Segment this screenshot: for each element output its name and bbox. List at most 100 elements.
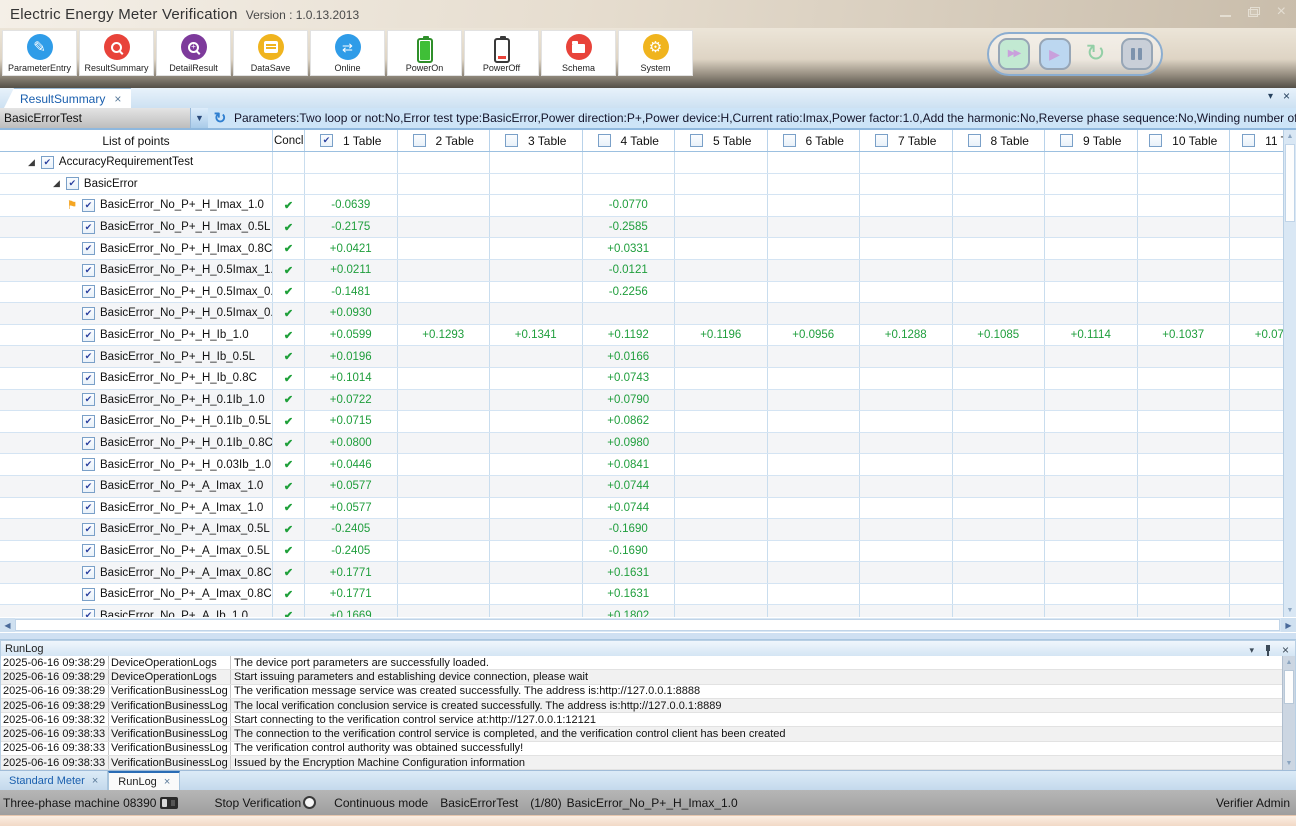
tree-node-checkbox[interactable]: ✔: [82, 329, 95, 342]
tree-node-checkbox[interactable]: ✔: [82, 437, 95, 450]
table-column-checkbox[interactable]: [690, 134, 703, 147]
runlog-vscroll-thumb[interactable]: [1284, 670, 1294, 704]
table-row[interactable]: ✔BasicError_No_P+_H_0.1Ib_0.5L ✔ +0.0715…: [0, 411, 1296, 433]
toolbar-button-poweroff[interactable]: PowerOff: [464, 30, 539, 76]
tree-node-checkbox[interactable]: ✔: [82, 501, 95, 514]
table-column-checkbox[interactable]: [968, 134, 981, 147]
log-row[interactable]: 2025-06-16 09:38:32 VerificationBusiness…: [1, 713, 1295, 727]
table-row[interactable]: ⚑✔BasicError_No_P+_H_Imax_1.0 ✔ -0.0639-…: [0, 195, 1296, 217]
table-row[interactable]: ✔BasicError_No_P+_H_Imax_0.5L ✔ -0.2175-…: [0, 217, 1296, 239]
tree-node-checkbox[interactable]: ✔: [82, 242, 95, 255]
table-row[interactable]: ✔BasicError_No_P+_H_0.5Imax_0.8C ✔ +0.09…: [0, 303, 1296, 325]
tree-node-checkbox[interactable]: ✔: [82, 393, 95, 406]
grid-hscroll-thumb[interactable]: [15, 619, 1280, 631]
tree-node-checkbox[interactable]: ✔: [82, 566, 95, 579]
table-column-checkbox[interactable]: [1149, 134, 1162, 147]
table-row[interactable]: ✔BasicError_No_P+_H_Ib_0.8C ✔ +0.1014+0.…: [0, 368, 1296, 390]
refresh-icon[interactable]: ↻: [208, 108, 232, 128]
tree-node-checkbox[interactable]: ✔: [82, 199, 95, 212]
tab-standard-meter[interactable]: Standard Meter ×: [0, 771, 108, 790]
tree-node-checkbox[interactable]: ✔: [82, 544, 95, 557]
table-column-checkbox[interactable]: [505, 134, 518, 147]
log-row[interactable]: 2025-06-16 09:38:29 DeviceOperationLogs …: [1, 656, 1295, 670]
column-header-table[interactable]: 3 Table: [490, 130, 583, 151]
column-header-table[interactable]: 5 Table: [675, 130, 768, 151]
toolbar-button-parameterentry[interactable]: ✎ ParameterEntry: [2, 30, 77, 76]
table-row[interactable]: ✔BasicError_No_P+_H_0.5Imax_1.0 ✔ +0.021…: [0, 260, 1296, 282]
grid-horizontal-scrollbar[interactable]: ◀ ▶: [0, 617, 1296, 632]
tree-node-checkbox[interactable]: ✔: [82, 480, 95, 493]
runlog-scroll-up-icon[interactable]: ▲: [1283, 656, 1295, 669]
table-row[interactable]: ✔BasicError_No_P+_A_Imax_0.8C ✔ +0.1771+…: [0, 562, 1296, 584]
runlog-dropdown-icon[interactable]: ▾: [1249, 645, 1254, 656]
panel-splitter[interactable]: [0, 632, 1296, 640]
scroll-up-icon[interactable]: ▲: [1284, 130, 1296, 143]
tab-list-dropdown-icon[interactable]: ▾: [1268, 91, 1273, 102]
dropdown-arrow-icon[interactable]: ▼: [190, 108, 208, 128]
log-row[interactable]: 2025-06-16 09:38:29 VerificationBusiness…: [1, 685, 1295, 699]
stop-verification-button[interactable]: [303, 796, 316, 809]
tree-node-checkbox[interactable]: ✔: [66, 177, 79, 190]
runlog-scroll-down-icon[interactable]: ▼: [1283, 757, 1295, 770]
toolbar-button-online[interactable]: ⇄ Online: [310, 30, 385, 76]
table-row[interactable]: ✔BasicError_No_P+_H_0.03Ib_1.0 ✔ +0.0446…: [0, 454, 1296, 476]
toolbar-button-system[interactable]: ⚙ System: [618, 30, 693, 76]
table-row[interactable]: ✔BasicError_No_P+_H_0.5Imax_0.5L ✔ -0.14…: [0, 282, 1296, 304]
close-icon[interactable]: ×: [1277, 5, 1286, 19]
toolbar-button-detailresult[interactable]: + DetailResult: [156, 30, 231, 76]
column-header-table[interactable]: 6 Table: [768, 130, 861, 151]
scroll-down-icon[interactable]: ▼: [1284, 604, 1296, 617]
table-row[interactable]: ✔BasicError_No_P+_A_Ib_1.0 ✔ +0.1669+0.1…: [0, 605, 1296, 617]
tab-standard-meter-close-icon[interactable]: ×: [92, 775, 98, 787]
pin-icon[interactable]: [1264, 645, 1272, 656]
tree-node-checkbox[interactable]: ✔: [82, 458, 95, 471]
log-row[interactable]: 2025-06-16 09:38:29 DeviceOperationLogs …: [1, 670, 1295, 684]
table-row[interactable]: ◢✔AccuracyRequirementTest: [0, 152, 1296, 174]
table-row[interactable]: ✔BasicError_No_P+_A_Imax_1.0 ✔ +0.0577+0…: [0, 498, 1296, 520]
table-row[interactable]: ◢✔BasicError: [0, 174, 1296, 196]
tree-node-checkbox[interactable]: ✔: [82, 221, 95, 234]
table-column-checkbox[interactable]: [1060, 134, 1073, 147]
log-row[interactable]: 2025-06-16 09:38:33 VerificationBusiness…: [1, 756, 1295, 770]
scroll-right-icon[interactable]: ▶: [1281, 618, 1296, 632]
toolbar-button-datasave[interactable]: DataSave: [233, 30, 308, 76]
grid-vertical-scrollbar[interactable]: ▲ ▼: [1283, 130, 1296, 617]
table-column-checkbox[interactable]: [783, 134, 796, 147]
table-row[interactable]: ✔BasicError_No_P+_H_Ib_1.0 ✔ +0.0599+0.1…: [0, 325, 1296, 347]
tree-node-checkbox[interactable]: ✔: [82, 523, 95, 536]
scroll-left-icon[interactable]: ◀: [0, 618, 15, 632]
play-button[interactable]: ▶: [1039, 38, 1071, 70]
tree-node-checkbox[interactable]: ✔: [82, 264, 95, 277]
toolbar-button-schema[interactable]: Schema: [541, 30, 616, 76]
column-header-table[interactable]: ✔ 1 Table: [305, 130, 398, 151]
tree-node-checkbox[interactable]: ✔: [41, 156, 54, 169]
table-column-checkbox[interactable]: [875, 134, 888, 147]
fast-forward-button[interactable]: ▶▶: [998, 38, 1030, 70]
table-column-checkbox[interactable]: [1242, 134, 1255, 147]
tree-node-checkbox[interactable]: ✔: [82, 415, 95, 428]
table-row[interactable]: ✔BasicError_No_P+_H_0.1Ib_1.0 ✔ +0.0722+…: [0, 390, 1296, 412]
column-header-table[interactable]: 4 Table: [583, 130, 676, 151]
tree-expander-icon[interactable]: ◢: [53, 178, 60, 189]
tree-node-checkbox[interactable]: ✔: [82, 307, 95, 320]
table-row[interactable]: ✔BasicError_No_P+_A_Imax_0.5L ✔ -0.2405-…: [0, 519, 1296, 541]
runlog-close-icon[interactable]: ×: [1282, 643, 1289, 657]
log-row[interactable]: 2025-06-16 09:38:33 VerificationBusiness…: [1, 727, 1295, 741]
restore-icon[interactable]: [1248, 7, 1260, 17]
tree-node-checkbox[interactable]: ✔: [82, 285, 95, 298]
tab-strip-close-icon[interactable]: ×: [1283, 91, 1290, 102]
tree-node-checkbox[interactable]: ✔: [82, 588, 95, 601]
grid-vscroll-thumb[interactable]: [1285, 144, 1295, 222]
column-header-table[interactable]: 7 Table: [860, 130, 953, 151]
loop-button[interactable]: ↻: [1080, 38, 1112, 70]
log-row[interactable]: 2025-06-16 09:38:29 VerificationBusiness…: [1, 699, 1295, 713]
pause-button[interactable]: [1121, 38, 1153, 70]
table-column-checkbox[interactable]: ✔: [320, 134, 333, 147]
column-header-table[interactable]: 9 Table: [1045, 130, 1138, 151]
table-column-checkbox[interactable]: [598, 134, 611, 147]
tree-expander-icon[interactable]: ◢: [28, 157, 35, 168]
table-row[interactable]: ✔BasicError_No_P+_A_Imax_0.5L ✔ -0.2405-…: [0, 541, 1296, 563]
log-row[interactable]: 2025-06-16 09:38:33 VerificationBusiness…: [1, 742, 1295, 756]
table-row[interactable]: ✔BasicError_No_P+_H_0.1Ib_0.8C ✔ +0.0800…: [0, 433, 1296, 455]
table-row[interactable]: ✔BasicError_No_P+_A_Imax_0.8C ✔ +0.1771+…: [0, 584, 1296, 606]
